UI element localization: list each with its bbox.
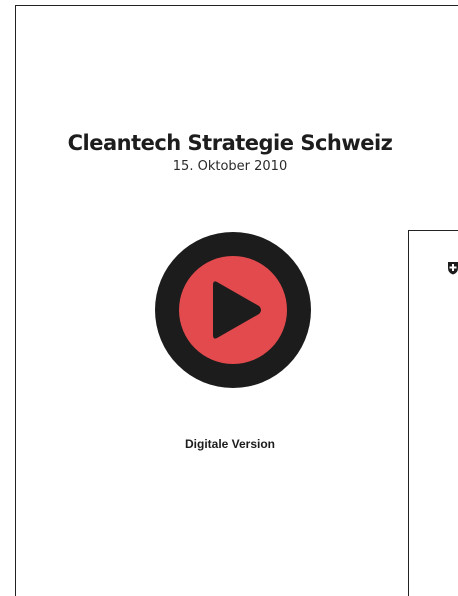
cover-page: Cleantech Strategie Schweiz 15. Oktober …	[15, 5, 458, 596]
play-button[interactable]	[155, 232, 311, 388]
back-page	[408, 230, 458, 596]
swiss-cross-shield-icon	[448, 262, 458, 275]
document-date: 15. Oktober 2010	[172, 159, 288, 174]
document-title: Cleantech Strategie Schweiz	[67, 131, 393, 155]
play-icon	[155, 232, 311, 388]
digital-version-label: Digitale Version	[184, 437, 276, 451]
